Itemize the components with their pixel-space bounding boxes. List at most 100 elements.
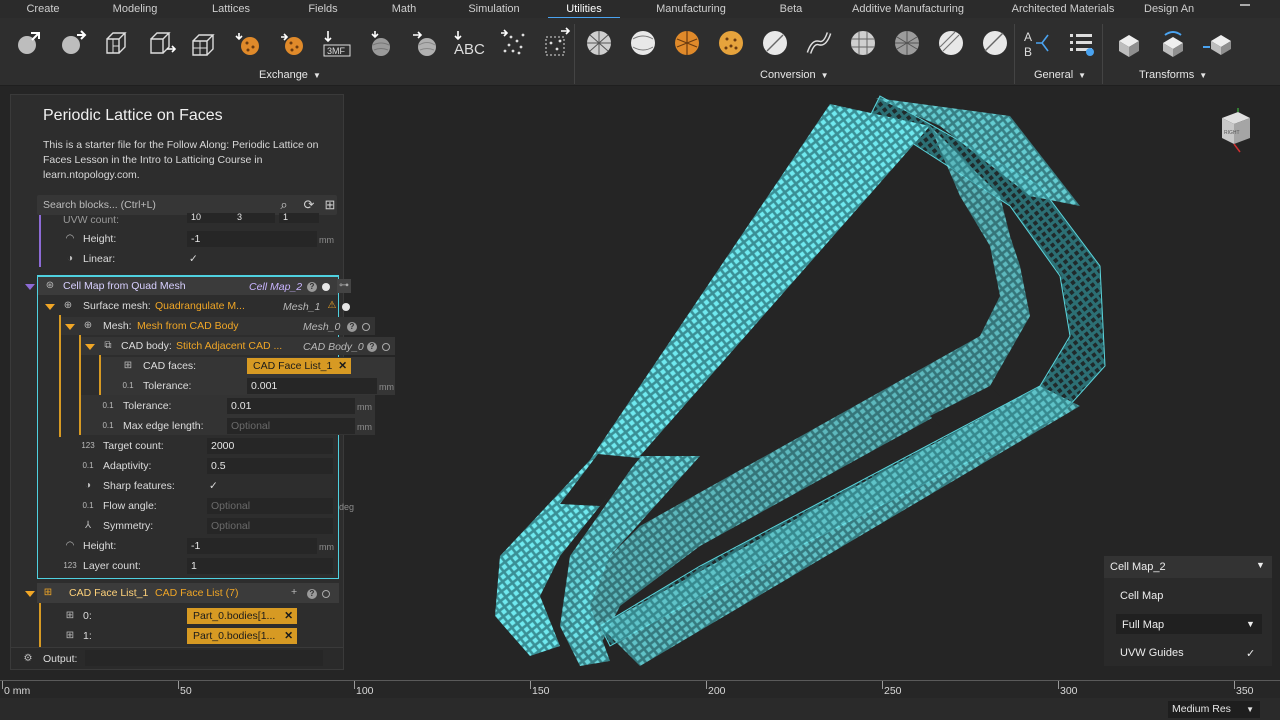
help-icon[interactable]: ? xyxy=(367,342,377,352)
collapse-arrow-icon[interactable] xyxy=(45,304,55,310)
remove-icon[interactable]: ✕ xyxy=(284,628,293,644)
tab-utilities[interactable]: Utilities xyxy=(548,0,620,19)
mesh-value[interactable]: Mesh from CAD Body xyxy=(137,319,239,333)
collapse-arrow-icon[interactable] xyxy=(25,591,35,597)
remove-icon[interactable]: ✕ xyxy=(338,358,347,374)
help-icon[interactable]: ? xyxy=(307,282,317,292)
output-dot-icon[interactable] xyxy=(322,283,330,291)
view-cube[interactable]: RIGHT xyxy=(1214,104,1254,154)
lattice-to-implicit-icon[interactable] xyxy=(668,24,706,62)
chevron-down-icon[interactable]: ▼ xyxy=(1246,619,1255,629)
list-icon[interactable] xyxy=(1062,24,1100,62)
import-part-icon[interactable] xyxy=(10,24,48,62)
export-mesh-icon[interactable] xyxy=(142,24,180,62)
help-icon[interactable]: ? xyxy=(347,322,357,332)
surface-mesh-label: Surface mesh: xyxy=(83,300,151,312)
voxel-mesh-icon[interactable] xyxy=(888,24,926,62)
flow-angle-field[interactable]: Optional xyxy=(207,498,333,514)
add-item-icon[interactable]: + xyxy=(291,585,297,599)
translate-icon[interactable] xyxy=(1198,24,1236,62)
height-field[interactable]: -1 xyxy=(187,231,317,247)
curve-to-implicit-icon[interactable] xyxy=(800,24,838,62)
transforms-dropdown[interactable]: Transforms ▼ xyxy=(1139,69,1207,81)
export-texture-icon[interactable] xyxy=(362,24,400,62)
uvw-u-field[interactable]: 10 xyxy=(187,213,239,223)
height-field[interactable]: -1 xyxy=(187,538,317,554)
search-icon[interactable]: ⌕ xyxy=(276,197,292,213)
transform-icon[interactable] xyxy=(1110,24,1148,62)
cad-body-value[interactable]: Stitch Adjacent CAD ... xyxy=(176,339,282,353)
implicit-to-mesh-icon[interactable] xyxy=(756,24,794,62)
tab-beta[interactable]: Beta xyxy=(762,0,820,18)
help-icon[interactable]: ? xyxy=(307,589,317,599)
tab-create[interactable]: Create xyxy=(0,0,86,18)
tab-design-analysis[interactable]: Design An xyxy=(1130,0,1230,18)
uvw-v-field[interactable]: 3 xyxy=(233,213,275,223)
tab-additive-manufacturing[interactable]: Additive Manufacturing xyxy=(820,0,996,18)
if-else-icon[interactable]: AB xyxy=(1018,24,1056,62)
output-dot-icon[interactable] xyxy=(362,323,370,331)
uvw-guides-checkbox[interactable]: ✓ xyxy=(1246,647,1255,660)
tolerance-field[interactable]: 0.001 xyxy=(247,378,377,394)
text-abc-icon[interactable]: ABC xyxy=(450,24,488,62)
import-mesh-icon[interactable] xyxy=(98,24,136,62)
expand-icon[interactable]: ⊶ xyxy=(337,279,351,293)
max-edge-length-field[interactable]: Optional xyxy=(227,418,355,434)
tab-modeling[interactable]: Modeling xyxy=(86,0,184,18)
export-points-icon[interactable] xyxy=(538,24,576,62)
mesh-to-body-icon[interactable] xyxy=(844,24,882,62)
export-lattice-icon[interactable] xyxy=(274,24,312,62)
export-implicit-icon[interactable] xyxy=(406,24,444,62)
surface-mesh-value[interactable]: Quadrangulate M... xyxy=(155,299,245,313)
gear-icon[interactable]: ⚙ xyxy=(21,652,35,666)
import-lattice-icon[interactable] xyxy=(230,24,268,62)
symmetry-field[interactable]: Optional xyxy=(207,518,333,534)
cad-face-list-name[interactable]: CAD Face List_1 xyxy=(69,586,148,600)
tab-fields[interactable]: Fields xyxy=(278,0,368,18)
adaptivity-field[interactable]: 0.5 xyxy=(207,458,333,474)
output-dot-icon[interactable] xyxy=(342,303,350,311)
mesh-to-implicit-icon[interactable] xyxy=(580,24,618,62)
general-dropdown[interactable]: General ▼ xyxy=(1034,69,1086,81)
search-blocks-input[interactable]: Search blocks... (Ctrl+L) xyxy=(37,195,337,215)
collapse-arrow-icon[interactable] xyxy=(85,344,95,350)
remesh-icon[interactable] xyxy=(932,24,970,62)
output-dot-icon[interactable] xyxy=(322,590,330,598)
sharp-features-checkbox[interactable]: ✓ xyxy=(209,479,218,493)
tab-simulation[interactable]: Simulation xyxy=(440,0,548,18)
tolerance-field[interactable]: 0.01 xyxy=(227,398,355,414)
resolution-select[interactable]: Medium Res ▼ xyxy=(1168,701,1260,718)
item-0-tag[interactable]: Part_0.bodies[1... ✕ xyxy=(187,608,297,624)
collapse-arrow-icon[interactable] xyxy=(25,284,35,290)
minimize-ribbon-icon[interactable] xyxy=(1240,4,1250,6)
uvw-w-field[interactable]: 1 xyxy=(279,213,319,223)
tab-architected-materials[interactable]: Architected Materials xyxy=(996,0,1130,18)
linear-checkbox[interactable]: ✓ xyxy=(189,252,198,266)
layer-count-label: Layer count: xyxy=(83,560,141,572)
max-edge-unit: mm xyxy=(357,422,372,432)
export-part-icon[interactable] xyxy=(54,24,92,62)
output-dot-icon[interactable] xyxy=(382,343,390,351)
body-to-implicit-icon[interactable] xyxy=(624,24,662,62)
simplify-mesh-icon[interactable] xyxy=(976,24,1014,62)
rotate-icon[interactable] xyxy=(1154,24,1192,62)
point-cloud-icon[interactable] xyxy=(494,24,532,62)
collapse-arrow-icon[interactable] xyxy=(65,324,75,330)
chevron-down-icon[interactable]: ▼ xyxy=(1256,560,1265,570)
conversion-dropdown[interactable]: Conversion ▼ xyxy=(760,69,829,81)
add-block-icon[interactable]: ⊞ xyxy=(322,197,338,213)
layer-count-field[interactable]: 1 xyxy=(187,558,333,574)
remove-icon[interactable]: ✕ xyxy=(284,608,293,624)
implicit-to-lattice-icon[interactable] xyxy=(712,24,750,62)
tab-manufacturing[interactable]: Manufacturing xyxy=(620,0,762,18)
output-field[interactable] xyxy=(85,650,323,666)
refresh-icon[interactable]: ⟳ xyxy=(301,197,317,213)
exchange-dropdown[interactable]: Exchange ▼ xyxy=(259,69,321,81)
tab-lattices[interactable]: Lattices xyxy=(184,0,278,18)
tab-math[interactable]: Math xyxy=(368,0,440,18)
target-count-field[interactable]: 2000 xyxy=(207,438,333,454)
cad-faces-tag[interactable]: CAD Face List_1 ✕ xyxy=(247,358,351,374)
export-volume-mesh-icon[interactable] xyxy=(186,24,224,62)
export-3mf-icon[interactable]: 3MF xyxy=(318,24,356,62)
item-1-tag[interactable]: Part_0.bodies[1... ✕ xyxy=(187,628,297,644)
